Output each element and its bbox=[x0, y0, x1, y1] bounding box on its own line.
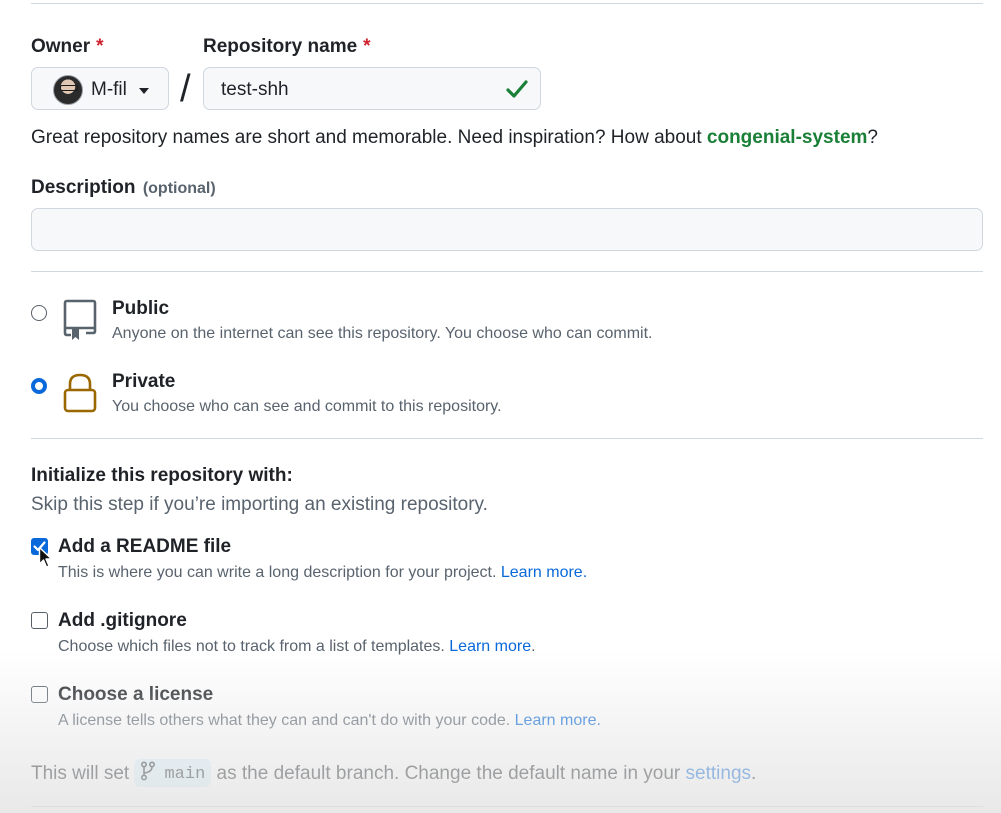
initialize-heading: Initialize this repository with: bbox=[31, 465, 293, 486]
license-description: A license tells others what they can and… bbox=[58, 712, 601, 729]
public-description: Anyone on the internet can see this repo… bbox=[112, 325, 653, 342]
divider bbox=[31, 806, 983, 807]
optional-tag: (optional) bbox=[142, 180, 216, 197]
private-description: You choose who can see and commit to thi… bbox=[112, 398, 502, 415]
required-mark: * bbox=[363, 36, 371, 57]
avatar bbox=[53, 75, 83, 105]
private-title: Private bbox=[112, 371, 176, 392]
public-radio[interactable] bbox=[31, 305, 47, 321]
owner-repo-separator: / bbox=[180, 68, 191, 110]
description-input[interactable] bbox=[31, 208, 983, 251]
license-title: Choose a license bbox=[58, 684, 214, 705]
divider bbox=[31, 271, 983, 272]
required-mark: * bbox=[96, 36, 104, 57]
repo-icon bbox=[63, 299, 97, 340]
owner-select-button[interactable]: M-fil bbox=[31, 67, 169, 110]
top-divider bbox=[31, 3, 983, 4]
owner-label: Owner * bbox=[31, 36, 104, 57]
caret-down-icon bbox=[139, 88, 149, 94]
branch-name-badge: main bbox=[134, 759, 212, 787]
initialize-subtitle: Skip this step if you’re importing an ex… bbox=[31, 494, 488, 515]
owner-name: M-fil bbox=[91, 79, 127, 100]
gitignore-description: Choose which files not to track from a l… bbox=[58, 638, 536, 655]
divider bbox=[31, 438, 983, 439]
readme-title: Add a README file bbox=[58, 536, 232, 557]
readme-learn-more-link[interactable]: Learn more. bbox=[501, 564, 587, 581]
private-radio[interactable] bbox=[31, 378, 47, 394]
gitignore-checkbox[interactable] bbox=[31, 612, 48, 629]
name-suggestion-link[interactable]: congenial-system bbox=[707, 127, 868, 148]
repository-name-input[interactable]: test-shh bbox=[203, 67, 541, 110]
license-checkbox[interactable] bbox=[31, 686, 48, 703]
repository-name-hint: Great repository names are short and mem… bbox=[31, 127, 878, 148]
check-icon bbox=[506, 80, 528, 98]
gitignore-learn-more-link[interactable]: Learn more bbox=[449, 638, 531, 655]
repository-name-value: test-shh bbox=[221, 79, 289, 100]
mouse-cursor-icon bbox=[38, 546, 53, 568]
public-title: Public bbox=[112, 298, 170, 319]
description-label: Description (optional) bbox=[31, 177, 216, 198]
license-learn-more-link[interactable]: Learn more. bbox=[515, 712, 601, 729]
settings-link[interactable]: settings bbox=[686, 763, 751, 784]
git-branch-icon bbox=[141, 761, 156, 781]
lock-icon bbox=[63, 373, 97, 413]
gitignore-title: Add .gitignore bbox=[58, 610, 187, 631]
repository-name-label: Repository name * bbox=[203, 36, 371, 57]
readme-description: This is where you can write a long descr… bbox=[58, 564, 588, 581]
video-overlay-shade bbox=[0, 650, 1001, 813]
default-branch-note: This will set main as the default branch… bbox=[31, 759, 756, 787]
